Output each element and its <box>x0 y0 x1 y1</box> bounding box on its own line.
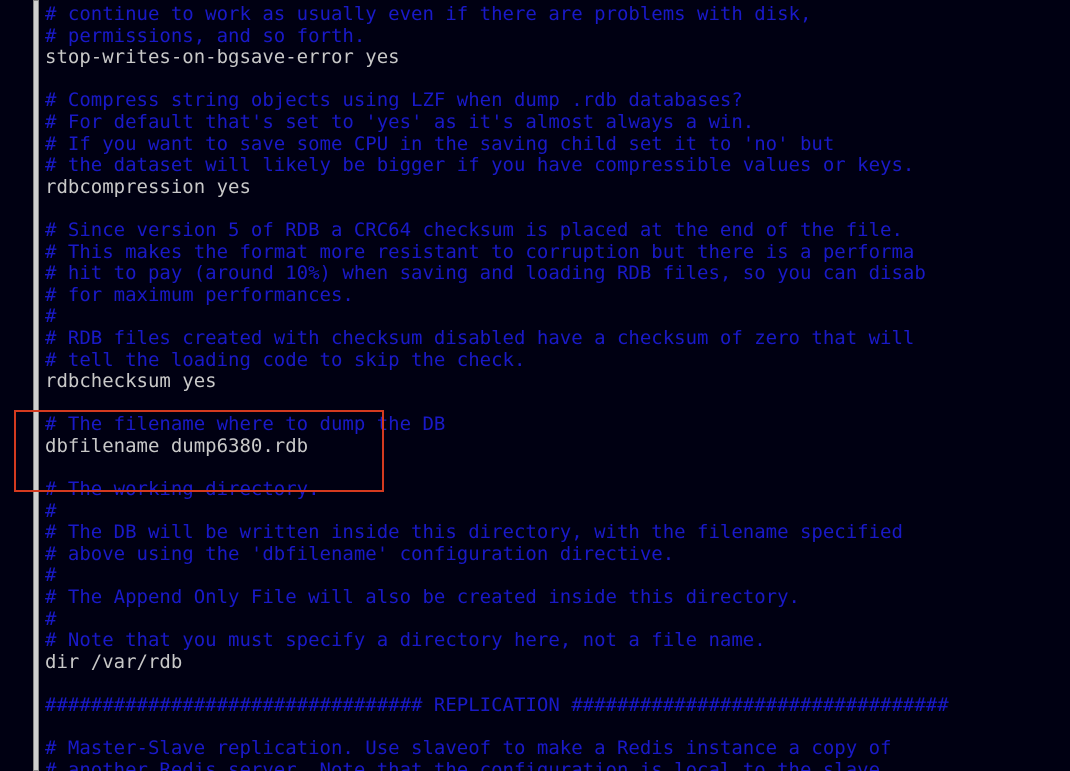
code-line: # the dataset will likely be bigger if y… <box>45 155 1070 177</box>
code-line: stop-writes-on-bgsave-error yes <box>45 47 1070 69</box>
code-line: # <box>45 306 1070 328</box>
code-line <box>45 69 1070 91</box>
code-line: # tell the loading code to skip the chec… <box>45 350 1070 372</box>
code-line: dbfilename dump6380.rdb <box>45 436 1070 458</box>
code-line: # hit to pay (around 10%) when saving an… <box>45 263 1070 285</box>
code-line: dir /var/rdb <box>45 652 1070 674</box>
code-line: rdbcompression yes <box>45 177 1070 199</box>
vertical-scrollbar[interactable] <box>33 0 39 771</box>
code-line <box>45 673 1070 695</box>
code-line: # For default that's set to 'yes' as it'… <box>45 112 1070 134</box>
code-line: # Compress string objects using LZF when… <box>45 90 1070 112</box>
code-line: # continue to work as usually even if th… <box>45 4 1070 26</box>
code-line: # <box>45 565 1070 587</box>
code-line <box>45 393 1070 415</box>
code-line <box>45 457 1070 479</box>
code-line: # <box>45 609 1070 631</box>
code-line <box>45 717 1070 739</box>
code-line: # The Append Only File will also be crea… <box>45 587 1070 609</box>
code-line: # RDB files created with checksum disabl… <box>45 328 1070 350</box>
code-line: # Since version 5 of RDB a CRC64 checksu… <box>45 220 1070 242</box>
code-line: # This makes the format more resistant t… <box>45 242 1070 264</box>
code-line: # for maximum performances. <box>45 285 1070 307</box>
terminal-viewport: # continue to work as usually even if th… <box>0 0 1070 771</box>
code-line: # Note that you must specify a directory… <box>45 630 1070 652</box>
code-line: # Master-Slave replication. Use slaveof … <box>45 738 1070 760</box>
code-line: # The working directory. <box>45 479 1070 501</box>
code-line: # If you want to save some CPU in the sa… <box>45 134 1070 156</box>
code-line: # The DB will be written inside this dir… <box>45 522 1070 544</box>
code-line: ################################# REPLIC… <box>45 695 1070 717</box>
code-line: # another Redis server. Note that the co… <box>45 760 1070 771</box>
code-line <box>45 198 1070 220</box>
code-line: # <box>45 501 1070 523</box>
code-line: # above using the 'dbfilename' configura… <box>45 544 1070 566</box>
code-line: # permissions, and so forth. <box>45 26 1070 48</box>
code-line: rdbchecksum yes <box>45 371 1070 393</box>
config-text-area[interactable]: # continue to work as usually even if th… <box>45 4 1070 771</box>
code-line: # The filename where to dump the DB <box>45 414 1070 436</box>
